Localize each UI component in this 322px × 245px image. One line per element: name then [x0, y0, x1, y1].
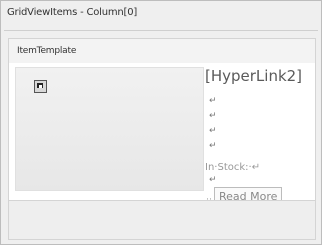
read-more-button[interactable]: Read More: [214, 187, 283, 201]
line-break-marker: ↵: [209, 126, 217, 136]
panel-title: GridViewItems - Column[0]: [7, 7, 138, 18]
template-editor-panel: GridViewItems - Column[0] ItemTemplate […: [0, 0, 322, 245]
image-control[interactable]: [15, 67, 204, 191]
line-break-marker: ↵: [209, 141, 217, 151]
line-break-marker: ↵: [209, 175, 217, 185]
title-divider: [4, 30, 318, 31]
template-header: ItemTemplate: [8, 38, 316, 65]
in-stock-label: In·Stock:·↵: [205, 162, 261, 173]
image-placeholder-icon: [34, 80, 47, 93]
template-label: ItemTemplate: [17, 46, 77, 56]
template-right-column: [HyperLink2] ↵ ↵ ↵ ↵ In·Stock:·↵ ↵ :: Re…: [205, 63, 315, 201]
hyperlink-control[interactable]: [HyperLink2]: [205, 67, 302, 85]
line-break-marker: ↵: [209, 96, 217, 106]
template-content-area[interactable]: [HyperLink2] ↵ ↵ ↵ ↵ In·Stock:·↵ ↵ :: Re…: [8, 63, 316, 201]
template-footer: [8, 200, 316, 240]
line-break-marker: ↵: [209, 111, 217, 121]
